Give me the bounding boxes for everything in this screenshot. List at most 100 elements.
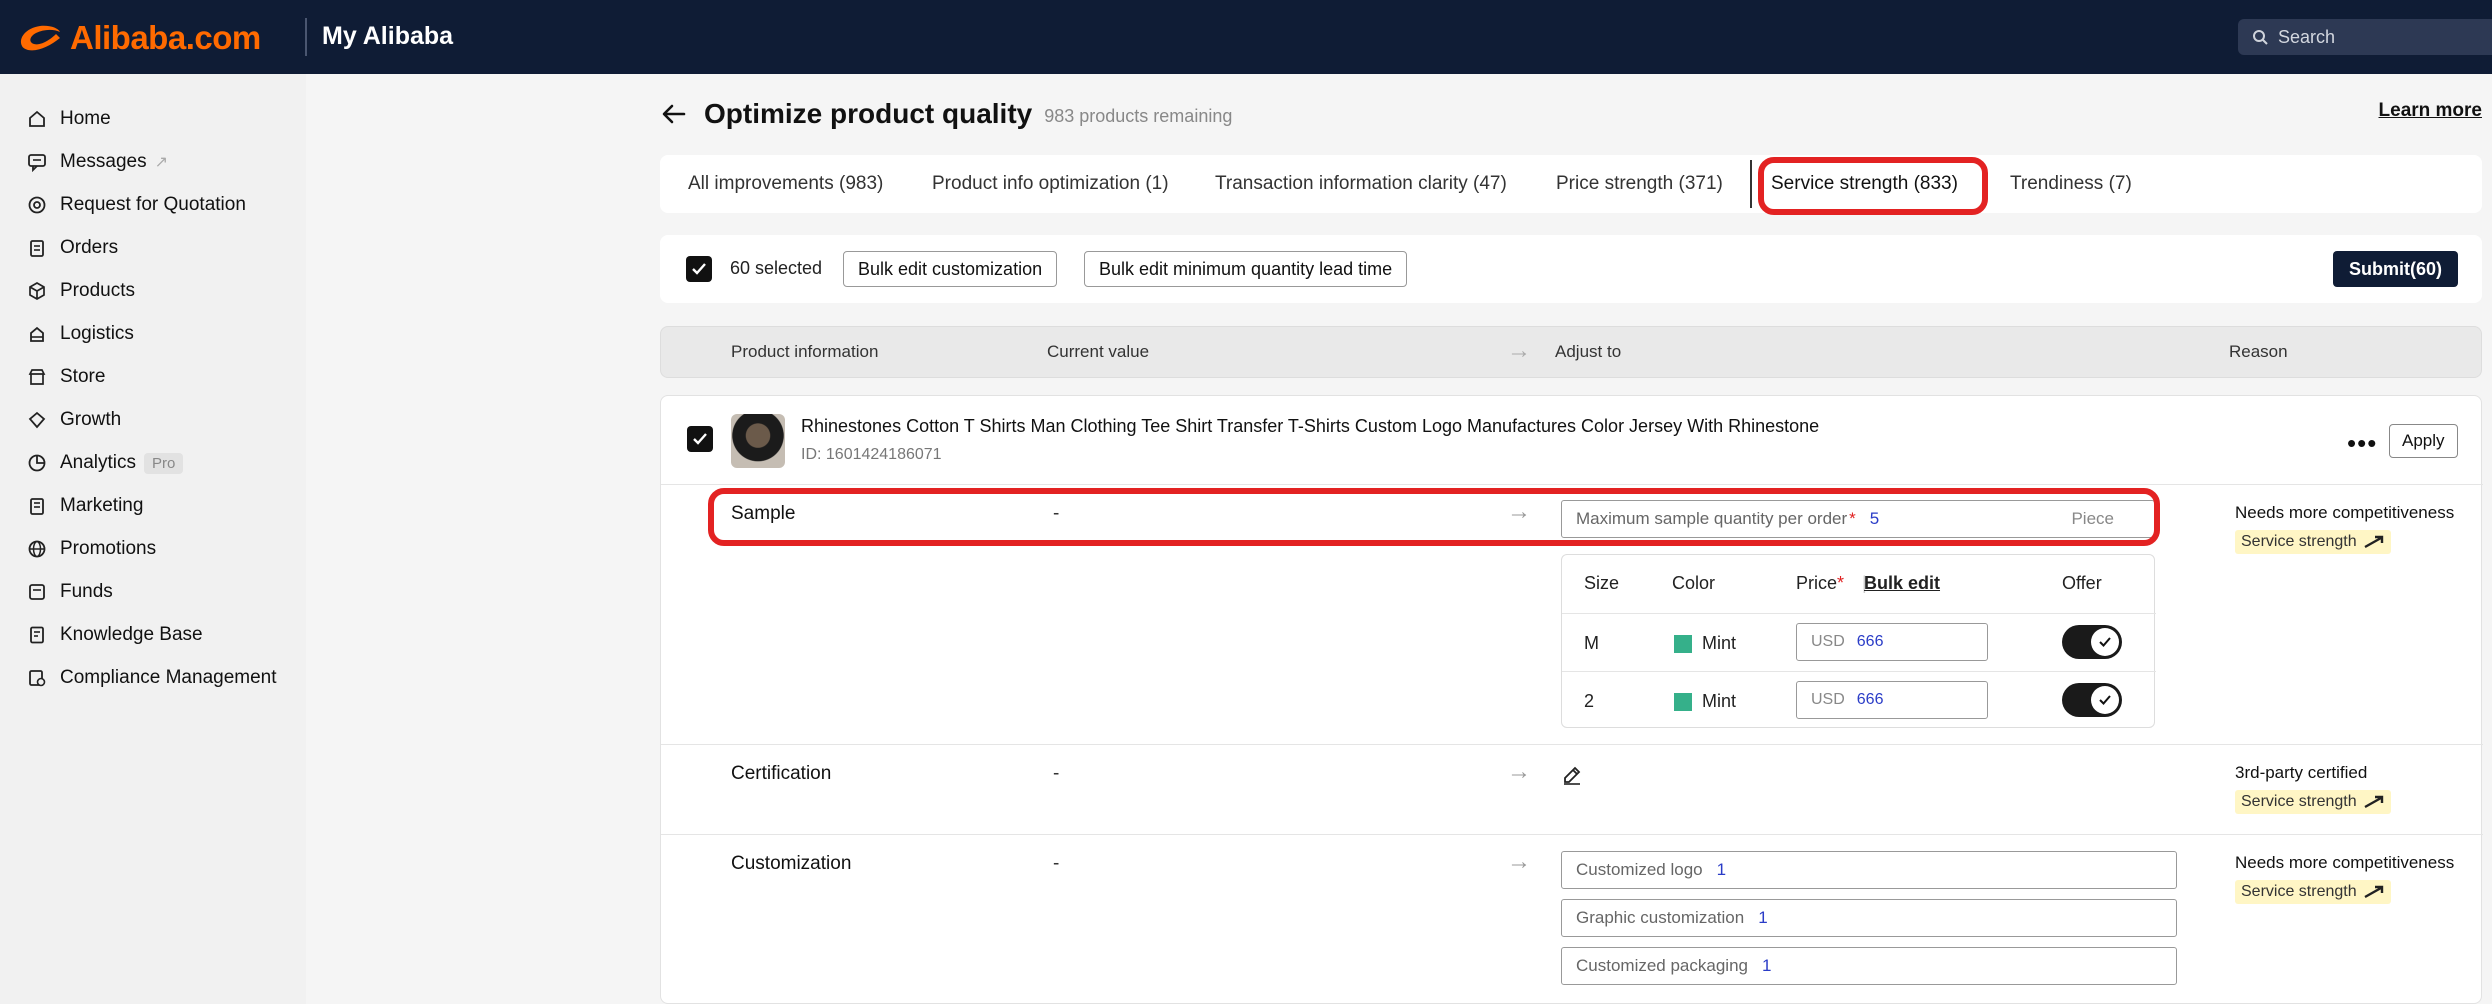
tag-label: Service strength [2241,793,2357,810]
tab-product-info[interactable]: Product info optimization (1) [932,155,1169,213]
sidebar-item-growth[interactable]: Growth [26,405,121,435]
toggle-knob [2091,686,2119,714]
search-placeholder: Search [2278,26,2336,47]
apply-button[interactable]: Apply [2389,424,2458,458]
graphic-customization-field[interactable]: Graphic customization 1 [1561,899,2177,937]
sidebar-item-promotions[interactable]: Promotions [26,534,156,564]
trend-up-icon [2364,885,2383,899]
product-thumbnail[interactable] [731,414,785,468]
currency: USD [1811,691,1845,708]
service-strength-tag: Service strength [2235,530,2391,554]
section-title[interactable]: My Alibaba [322,22,453,51]
check-icon [2099,637,2111,647]
certification-reason: 3rd-party certified [2235,763,2368,782]
sidebar-item-products[interactable]: Products [26,276,135,306]
sample-sku-table: Size Color Price* | Bulk edit Offer M Mi… [1561,554,2156,728]
external-link-icon: ↗ [154,154,169,171]
sku-price-input[interactable]: USD 666 [1796,623,1988,661]
bulk-edit-price-link[interactable]: Bulk edit [1864,573,1940,594]
learn-more-link[interactable]: Learn more [2379,100,2482,122]
funds-icon [26,581,48,603]
product-checkbox[interactable] [687,426,713,452]
search-icon [2253,30,2268,45]
sidebar-item-label: Store [60,366,106,387]
top-bar: Alibaba.com My Alibaba Search [0,0,2492,74]
sidebar-item-funds[interactable]: Funds [26,577,113,607]
currency: USD [1811,633,1845,650]
products-icon [26,280,48,302]
sku-col-color: Color [1672,573,1716,593]
certification-current-value: - [1053,763,1060,784]
sku-color: Mint [1702,633,1737,653]
check-icon [2099,695,2111,705]
tab-trendiness[interactable]: Trendiness (7) [2010,155,2132,213]
select-all-checkbox[interactable] [686,256,712,282]
sidebar-item-label: Funds [60,581,113,602]
highlight-ring-sample [708,488,2160,546]
growth-icon [26,409,48,431]
sample-reason: Needs more competitiveness [2235,503,2455,522]
more-options-icon[interactable]: ••• [2347,428,2377,459]
bulk-edit-moq-button[interactable]: Bulk edit minimum quantity lead time [1084,251,1408,287]
sidebar-item-knowledge-base[interactable]: Knowledge Base [26,620,203,650]
tab-price-strength[interactable]: Price strength (371) [1556,155,1723,213]
product-card: Rhinestones Cotton T Shirts Man Clothing… [660,395,2483,1004]
tab-all-improvements[interactable]: All improvements (983) [688,155,883,213]
sidebar-item-label: Home [60,108,111,129]
customized-packaging-field[interactable]: Customized packaging 1 [1561,947,2177,985]
sidebar-item-label: Marketing [60,495,144,516]
sku-color: Mint [1702,691,1737,711]
product-title[interactable]: Rhinestones Cotton T Shirts Man Clothing… [801,416,1819,437]
search-input[interactable]: Search [2238,19,2492,55]
sidebar-item-marketing[interactable]: Marketing [26,491,143,521]
col-product-info: Product information [731,342,879,361]
marketing-icon [26,495,48,517]
customized-logo-field[interactable]: Customized logo 1 [1561,851,2177,889]
tab-transaction-clarity[interactable]: Transaction information clarity (47) [1215,155,1507,213]
divider [661,834,2483,835]
sku-price-input[interactable]: USD 666 [1796,681,1988,719]
sidebar-item-store[interactable]: Store [26,362,105,392]
toggle-knob [2091,628,2119,656]
submit-button[interactable]: Submit(60) [2332,251,2458,287]
field-label: Customized packaging [1576,956,1748,975]
sidebar-item-compliance[interactable]: Compliance Management [26,663,277,693]
sidebar: Home Messages ↗ Request for Quotation Or… [0,74,306,1004]
sidebar-item-analytics[interactable]: Analytics Pro [26,448,184,478]
col-reason: Reason [2229,342,2288,361]
sku-size: 2 [1584,691,1595,711]
price-value: 666 [1856,691,1884,708]
sidebar-item-label: Logistics [60,323,134,344]
check-icon [693,433,707,445]
sku-col-offer: Offer [2062,573,2102,593]
sidebar-item-rfq[interactable]: Request for Quotation [26,190,246,220]
offer-toggle[interactable] [2062,683,2122,717]
tab-bar: All improvements (983) Product info opti… [660,155,2482,213]
sidebar-item-label: Promotions [60,538,157,559]
sidebar-item-label: Products [60,280,135,301]
sidebar-item-label: Analytics [60,452,137,473]
analytics-icon [26,452,48,474]
page-title: Optimize product quality [704,98,1033,129]
sidebar-item-logistics[interactable]: Logistics [26,319,134,349]
edit-pencil-icon[interactable] [1561,764,1583,786]
alibaba-logo[interactable]: Alibaba.com [16,18,261,58]
field-value: 1 [1716,860,1727,879]
customization-label: Customization [731,853,852,874]
divider [661,744,2483,745]
sidebar-item-orders[interactable]: Orders [26,233,118,263]
back-arrow-icon[interactable] [660,100,688,128]
offer-toggle[interactable] [2062,625,2122,659]
sidebar-item-label: Orders [60,237,119,258]
arrow-right-icon: → [1507,758,1531,785]
sidebar-item-home[interactable]: Home [26,104,111,134]
product-id: ID: 1601424186071 [801,446,942,463]
sidebar-item-messages[interactable]: Messages ↗ [26,147,168,177]
tag-label: Service strength [2241,533,2357,550]
trend-up-icon [2364,795,2383,809]
bulk-edit-customization-button[interactable]: Bulk edit customization [843,251,1058,287]
sidebar-item-label: Growth [60,409,122,430]
service-strength-tag: Service strength [2235,880,2391,904]
check-icon [692,263,706,275]
tag-label: Service strength [2241,883,2357,900]
